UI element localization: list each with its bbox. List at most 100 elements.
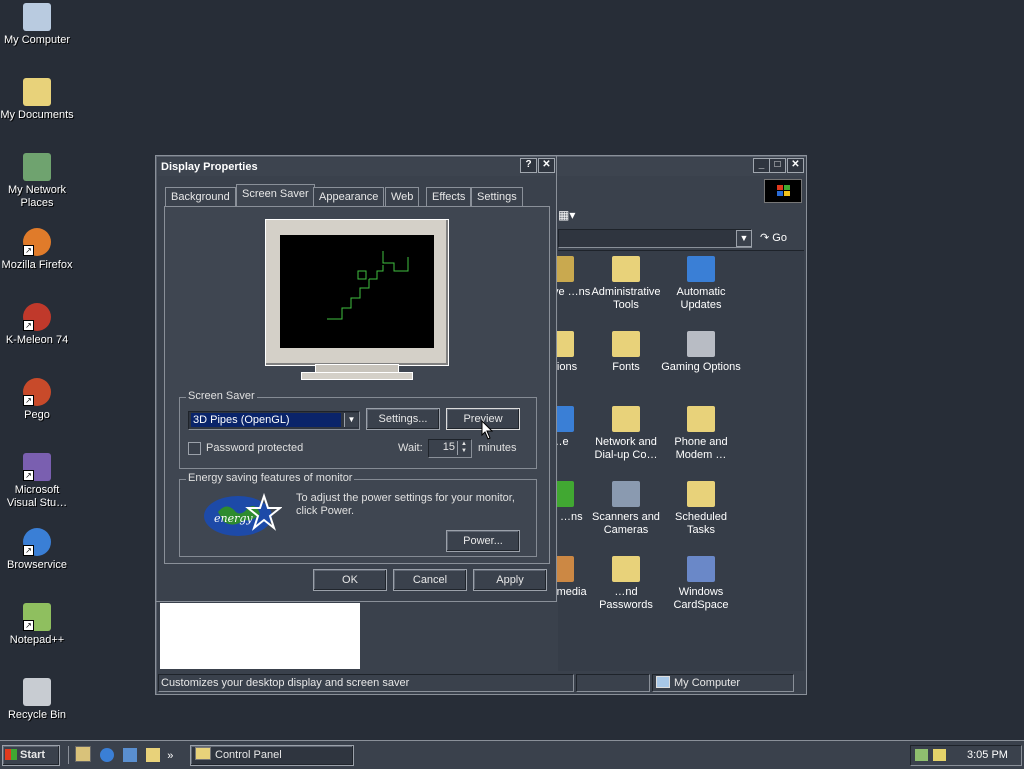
control-panel-small-icon (195, 747, 211, 760)
chevron-down-icon[interactable]: ▼ (344, 413, 358, 427)
users-icon (612, 556, 640, 582)
taskbar: Start » Control Panel 3:05 PM (0, 740, 1024, 769)
screen-saver-select[interactable]: 3D Pipes (OpenGL) ▼ (188, 411, 360, 430)
explorer-quick-launch-icon[interactable] (146, 748, 161, 762)
status-bar-middle (576, 674, 650, 692)
desktop-icon-firefox[interactable]: ↗ Mozilla Firefox (0, 228, 74, 272)
monitor-base (301, 372, 413, 380)
monitor-preview (265, 219, 449, 366)
tab-appearance[interactable]: Appearance (313, 187, 385, 206)
ok-button[interactable]: OK (313, 569, 387, 591)
control-panel-item-label: Fonts (612, 361, 640, 373)
status-bar-zone: My Computer (652, 674, 794, 692)
ie-quick-launch-icon[interactable] (100, 748, 115, 762)
apply-button[interactable]: Apply (473, 569, 547, 591)
control-panel-item[interactable]: Phone and Modem … (661, 406, 741, 462)
energy-logo-text: energy (214, 512, 253, 525)
shortcut-arrow-icon: ↗ (23, 320, 34, 331)
visual-studio-icon: ↗ (23, 453, 51, 481)
windows-flag-icon (5, 749, 17, 760)
status-bar: Customizes your desktop display and scre… (158, 674, 574, 692)
system-tray: 3:05 PM (910, 745, 1022, 766)
desktop-icon-visual-studio[interactable]: ↗ Microsoft Visual Stu… (0, 453, 74, 510)
desktop-icon-label: My Documents (0, 109, 74, 121)
energy-group: Energy saving features of monitor energy… (179, 472, 537, 557)
desktop-icon-notepad-plus-plus[interactable]: ↗ Notepad++ (0, 603, 74, 647)
wait-stepper[interactable]: 15 ▲ ▼ (428, 439, 472, 458)
control-panel-item[interactable]: Network and Dial-up Co… (586, 406, 666, 462)
cancel-button[interactable]: Cancel (393, 569, 467, 591)
outlook-express-icon[interactable] (123, 748, 138, 762)
control-panel-item[interactable]: Automatic Updates (661, 256, 741, 312)
pipes-screensaver-preview (327, 251, 409, 320)
tab-strip: Background Screen Saver Appearance Web E… (165, 184, 545, 207)
desktop-icon-label: Mozilla Firefox (1, 259, 73, 271)
pego-icon: ↗ (23, 378, 51, 406)
address-dropdown-button[interactable]: ▼ (736, 230, 752, 247)
settings-button[interactable]: Settings... (366, 408, 440, 430)
power-button[interactable]: Power... (446, 530, 520, 552)
control-panel-item[interactable]: Gaming Options (661, 331, 741, 374)
views-icon[interactable]: ▦▾ (558, 208, 575, 222)
web-view-pane (160, 603, 360, 669)
tab-screen-saver[interactable]: Screen Saver (236, 184, 315, 206)
desktop-icon-kmeleon[interactable]: ↗ K-Meleon 74 (0, 303, 74, 347)
desktop-icon-label: Notepad++ (9, 634, 65, 646)
desktop-icon-label: Microsoft Visual Stu… (6, 484, 68, 509)
desktop-icon-recycle-bin[interactable]: Recycle Bin (0, 678, 74, 722)
password-checkbox[interactable] (188, 442, 201, 455)
go-button[interactable]: ↷ Go (760, 231, 787, 244)
start-button[interactable]: Start (2, 745, 60, 766)
security-tray-icon[interactable] (933, 749, 946, 761)
status-location: My Computer (674, 677, 741, 689)
scanner-icon (612, 481, 640, 507)
control-panel-item-label: Scheduled Tasks (675, 511, 727, 536)
taskbar-button-control-panel[interactable]: Control Panel (190, 745, 354, 766)
tab-effects[interactable]: Effects (426, 187, 472, 206)
start-label: Start (20, 749, 46, 761)
control-panel-item[interactable]: Fonts (586, 331, 666, 374)
minutes-label: minutes (478, 442, 517, 454)
firefox-icon: ↗ (23, 228, 51, 256)
shortcut-arrow-icon: ↗ (23, 470, 34, 481)
recycle-bin-icon (23, 678, 51, 706)
go-label: Go (772, 232, 787, 244)
display-properties-dialog[interactable]: Display Properties ? ✕ Background Screen… (155, 155, 557, 602)
desktop-icon-network-places[interactable]: My Network Places (0, 153, 74, 210)
desktop-icon-label: K-Meleon 74 (5, 334, 69, 346)
dialog-close-button[interactable]: ✕ (538, 158, 555, 173)
address-input[interactable] (558, 229, 752, 248)
control-panel-item[interactable]: …nd Passwords (586, 556, 666, 612)
quick-launch-overflow[interactable]: » (167, 750, 173, 762)
control-panel-item[interactable]: Scheduled Tasks (661, 481, 741, 537)
shortcut-arrow-icon: ↗ (23, 620, 34, 631)
network-tray-icon[interactable] (915, 749, 928, 761)
tab-settings[interactable]: Settings (471, 187, 523, 206)
close-button[interactable]: ✕ (787, 158, 804, 173)
tab-web[interactable]: Web (385, 187, 420, 206)
clock[interactable]: 3:05 PM (967, 746, 1008, 765)
desktop-icon-folder-documents[interactable]: My Documents (0, 78, 74, 122)
desktop-icon-pego[interactable]: ↗ Pego (0, 378, 74, 422)
energy-group-title: Energy saving features of monitor (186, 472, 355, 484)
control-panel-item[interactable]: Administrative Tools (586, 256, 666, 312)
network-places-icon (23, 153, 51, 181)
tab-background[interactable]: Background (165, 187, 236, 206)
monitor-screen (280, 235, 434, 348)
energy-star-logo: energy (204, 492, 283, 536)
desktop-icon-label: My Computer (3, 34, 71, 46)
desktop-icon-computer[interactable]: My Computer (0, 3, 74, 47)
desktop-icon-internet-explorer[interactable]: ↗ Browservice (0, 528, 74, 572)
windows-logo (764, 179, 802, 203)
control-panel-item[interactable]: Windows CardSpace (661, 556, 741, 612)
control-panel-item[interactable]: Scanners and Cameras (586, 481, 666, 537)
dialog-titlebar[interactable]: Display Properties (158, 158, 554, 176)
screen-saver-value: 3D Pipes (OpenGL) (191, 413, 341, 427)
cardspace-icon (687, 556, 715, 582)
password-label: Password protected (206, 442, 304, 454)
help-button[interactable]: ? (520, 158, 537, 173)
spin-up-down-icon[interactable]: ▲ ▼ (457, 441, 470, 455)
minimize-button[interactable]: _ (753, 158, 770, 173)
show-desktop-icon[interactable] (75, 746, 91, 762)
maximize-button[interactable]: □ (769, 158, 786, 173)
